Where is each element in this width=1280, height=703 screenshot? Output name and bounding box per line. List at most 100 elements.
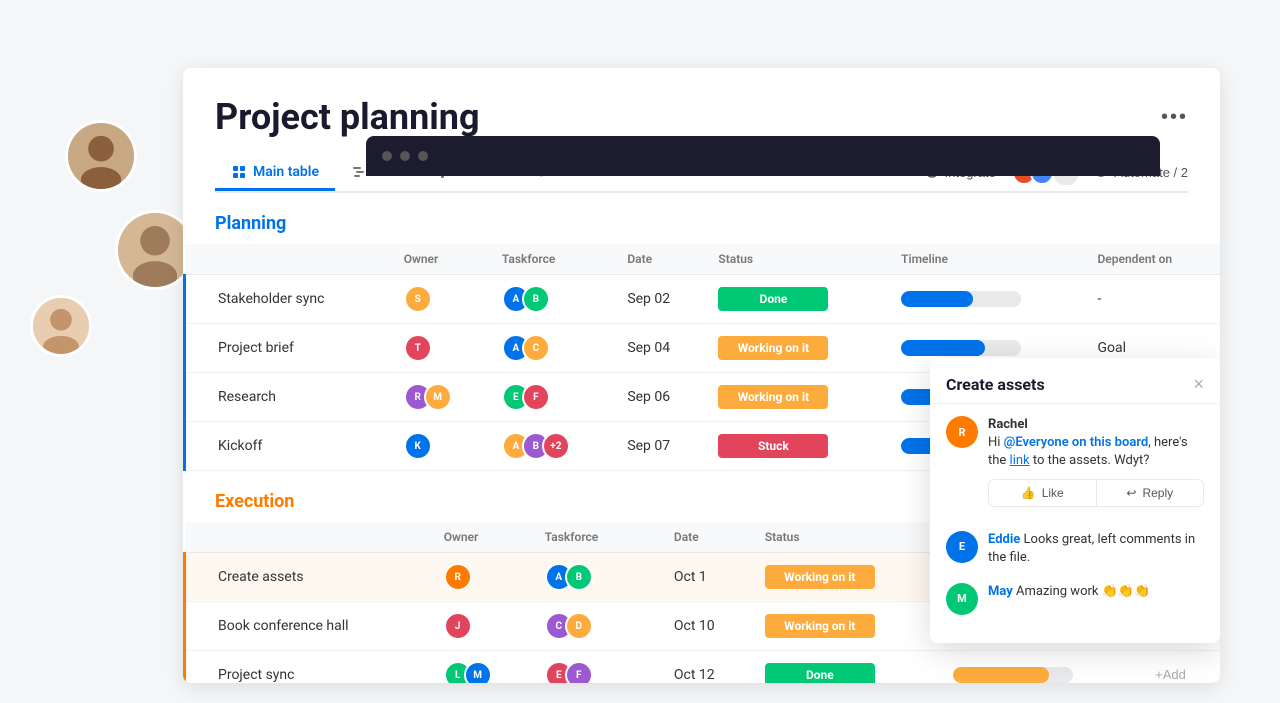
taskforce-avatar-2: B [522,285,550,313]
col-date: Date [615,244,706,275]
planning-table-header-row: Owner Taskforce Date Status Timeline Dep… [185,244,1221,275]
link[interactable]: link [1010,453,1030,468]
gantt-icon [351,164,367,180]
status-badge: Working on it [765,565,875,589]
status-badge: Done [765,663,875,683]
reply-button[interactable]: ↩ Reply [1096,480,1204,506]
taskforce-cell: A C [490,324,615,373]
status-badge: Working on it [718,336,828,360]
owner-avatar: J [444,612,472,640]
taskforce-avatar-2: F [565,661,593,683]
owner-avatar: K [404,432,432,460]
window-dot-2 [400,151,410,161]
taskforce-cell: A B +2 [490,422,615,471]
col-owner: Owner [432,522,533,553]
col-date: Date [662,522,753,553]
add-button[interactable]: +Add [1155,667,1186,682]
more-options-button[interactable]: ••• [1161,106,1188,129]
owner-avatar: R [444,563,472,591]
task-name: Create assets [185,553,432,602]
timeline-bar [901,340,985,356]
commenter-avatar-may: M [946,583,978,615]
owner-cell: J [432,602,533,651]
group-planning-header: Planning [183,193,1220,244]
date-cell: Sep 06 [615,373,706,422]
may-name: May [988,584,1013,599]
close-popup-button[interactable]: × [1193,374,1204,395]
title-row: Project planning ••• [215,96,1188,138]
owner-cell: R M [392,373,490,422]
comment-body: Rachel Hi @Everyone on this board, here'… [988,416,1204,515]
commenter-avatar-eddie: E [946,531,978,563]
commenter-name: Rachel [988,417,1028,432]
status-badge: Done [718,287,828,311]
owner-avatar: T [404,334,432,362]
comment-body: Eddie Looks great, left comments in the … [988,531,1204,567]
status-cell: Working on it [706,324,889,373]
page-title: Project planning [215,96,480,138]
taskforce-cell: A B [490,275,615,324]
owner-cell: K [392,422,490,471]
window-dot-3 [418,151,428,161]
timeline-bar-container [953,667,1073,683]
comment-reply-eddie: E Eddie Looks great, left comments in th… [946,531,1204,567]
avatar-3 [30,295,92,357]
timeline-cell [941,651,1143,684]
like-button[interactable]: 👍 Like [989,480,1096,506]
taskforce-cell: A B [533,553,662,602]
status-cell: Done [753,651,941,684]
task-name: Stakeholder sync [185,275,392,324]
status-cell: Working on it [753,553,941,602]
owner-cell: S [392,275,490,324]
taskforce-cell: C D [533,602,662,651]
status-badge: Stuck [718,434,828,458]
owner-avatar-2: M [464,661,492,683]
task-name: Book conference hall [185,602,432,651]
avatar-1 [65,120,137,192]
window-top-bar [366,136,1160,176]
taskforce-avatar-2: B [565,563,593,591]
comment-section: R Rachel Hi @Everyone on this board, her… [930,404,1220,643]
timeline-bar [901,291,973,307]
taskforce-avatar-2: D [565,612,593,640]
eddie-text: Looks great, left comments in the file. [988,532,1195,565]
col-owner: Owner [392,244,490,275]
status-badge: Working on it [765,614,875,638]
owner-cell: T [392,324,490,373]
dependent-cell: - [1085,275,1220,324]
comment-text-before: Hi [988,435,1004,450]
status-cell: Done [706,275,889,324]
commenter-avatar-rachel: R [946,416,978,448]
date-cell: Oct 12 [662,651,753,684]
tab-main-table[interactable]: Main table [215,156,335,191]
date-cell: Sep 04 [615,324,706,373]
timeline-cell [889,275,1085,324]
taskforce-cell: E F [490,373,615,422]
window-dot-1 [382,151,392,161]
status-cell: Working on it [706,373,889,422]
col-status: Status [753,522,941,553]
owner-avatar: S [404,285,432,313]
comment-text: May Amazing work 👏👏👏 [988,583,1204,601]
timeline-bar-container [901,340,1021,356]
comment-text: Rachel Hi @Everyone on this board, here'… [988,416,1204,471]
table-row[interactable]: Project sync L M E F [185,651,1221,684]
table-row[interactable]: Stakeholder sync S A B Sep 0 [185,275,1221,324]
popup-title: Create assets [946,375,1045,394]
task-name: Research [185,373,392,422]
grid-icon [231,164,247,180]
task-name: Project brief [185,324,392,373]
owner-cell: R [432,553,533,602]
may-text: Amazing work 👏👏👏 [1016,584,1150,599]
col-task [185,522,432,553]
status-cell: Stuck [706,422,889,471]
date-cell: Sep 07 [615,422,706,471]
reply-icon: ↩ [1126,486,1136,500]
like-icon: 👍 [1021,486,1036,500]
taskforce-avatar-2: C [522,334,550,362]
status-cell: Working on it [753,602,941,651]
owner-avatar-2: M [424,383,452,411]
tab-main-table-label: Main table [253,164,319,180]
col-status: Status [706,244,889,275]
col-timeline: Timeline [889,244,1085,275]
